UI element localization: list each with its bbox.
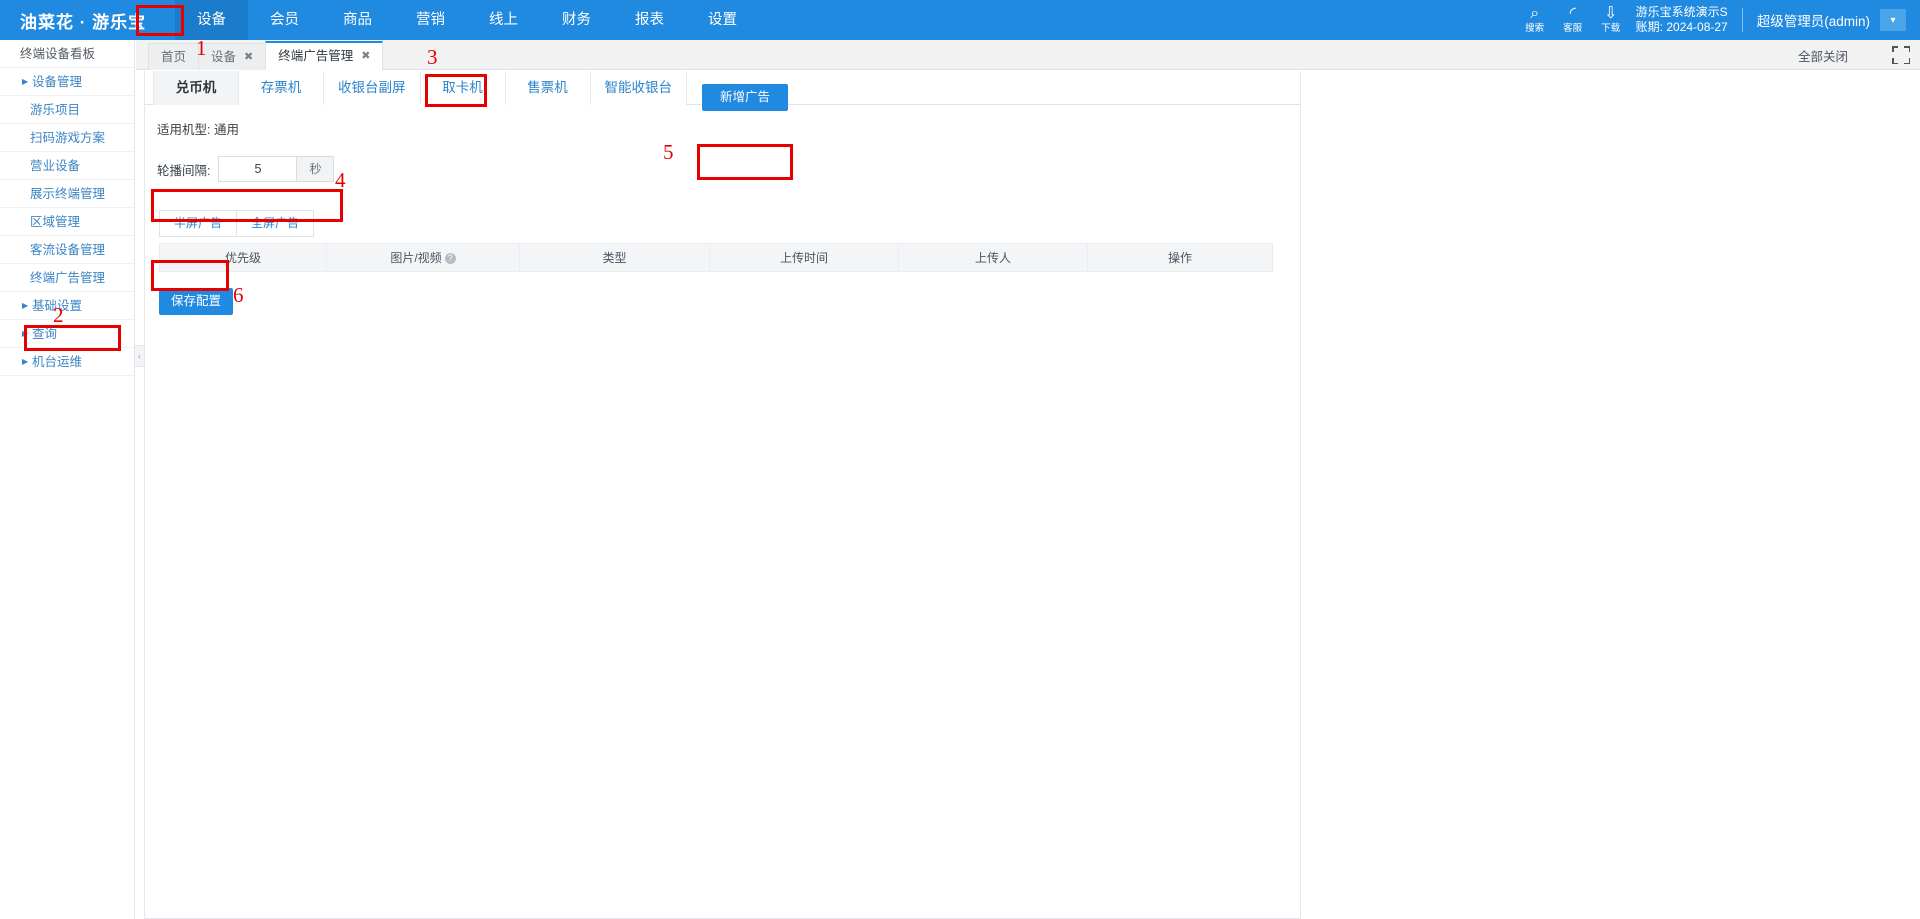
page-tab-label: 首页 <box>161 49 187 64</box>
nav-item-huiyuan[interactable]: 会员 <box>248 0 321 40</box>
top-navigation-bar: 油菜花 · 游乐宝 设备 会员 商品 营销 线上 财务 报表 设置 ⌕ 搜索 ◜… <box>0 0 1920 40</box>
chevron-right-icon: ▶ <box>22 357 29 366</box>
table-header-row: 优先级 图片/视频? 类型 上传时间 上传人 操作 <box>159 243 1273 272</box>
sidebar-group-query[interactable]: ▶ 查询 <box>0 320 134 348</box>
close-all-button[interactable]: 全部关闭 <box>1798 46 1848 65</box>
column-actions: 操作 <box>1087 243 1273 272</box>
sidebar-collapse-handle[interactable]: ‹ <box>135 345 145 367</box>
search-icon[interactable]: ⌕ 搜索 <box>1516 0 1554 40</box>
ad-mode-button-group: 半屏广告 全屏广告 <box>159 210 1300 237</box>
account-period: 账期: 2024-08-27 <box>1635 20 1728 34</box>
chevron-right-icon: ▶ <box>22 77 29 86</box>
full-screen-ad-button[interactable]: 全屏广告 <box>236 210 314 237</box>
chevron-right-icon: ▶ <box>22 329 29 338</box>
column-uploader: 上传人 <box>898 243 1088 272</box>
sidebar-group-label: 机台运维 <box>32 355 83 369</box>
account-name: 游乐宝系统演示S <box>1635 5 1728 19</box>
carousel-interval-label: 轮播间隔: <box>157 163 211 178</box>
sidebar-item-terminal-dashboard[interactable]: 终端设备看板 <box>0 40 134 68</box>
sidebar-group-label: 查询 <box>32 327 58 341</box>
user-name-label: 超级管理员(admin) <box>1756 14 1870 29</box>
nav-item-baobiao[interactable]: 报表 <box>613 0 686 40</box>
carousel-interval-input[interactable] <box>218 156 297 182</box>
tab-strip-actions: 全部关闭 <box>1798 40 1910 70</box>
sidebar-group-basic-settings[interactable]: ▶ 基础设置 <box>0 292 134 320</box>
page-tabs: 首页 设备 ✖ 终端广告管理 ✖ <box>136 40 1920 70</box>
sidebar-group-machine-maintenance[interactable]: ▶ 机台运维 <box>0 348 134 376</box>
column-type: 类型 <box>519 243 710 272</box>
search-icon-label: 搜索 <box>1525 23 1545 34</box>
top-nav-right: ⌕ 搜索 ◜ 客服 ⇩ 下载 游乐宝系统演示S 账期: 2024-08-27 超… <box>1516 0 1920 40</box>
download-icon[interactable]: ⇩ 下载 <box>1592 0 1630 40</box>
tab-ticket-vending[interactable]: 售票机 <box>504 71 591 105</box>
headset-icon-label: 客服 <box>1563 23 1583 34</box>
close-icon[interactable]: ✖ <box>361 43 370 70</box>
close-icon[interactable]: ✖ <box>244 44 253 71</box>
brand-logo: 油菜花 · 游乐宝 <box>20 12 147 32</box>
save-config-button[interactable]: 保存配置 <box>159 288 233 315</box>
sidebar-item-scan-game-plan[interactable]: 扫码游戏方案 <box>0 124 134 152</box>
help-icon[interactable]: ? <box>444 253 456 264</box>
carousel-interval-unit: 秒 <box>296 156 335 182</box>
sidebar-item-area-management[interactable]: 区域管理 <box>0 208 134 236</box>
nav-item-xianshang[interactable]: 线上 <box>467 0 540 40</box>
half-screen-ad-button[interactable]: 半屏广告 <box>159 210 237 237</box>
tab-card-dispenser[interactable]: 取卡机 <box>419 71 506 105</box>
chevron-right-icon: ▶ <box>22 301 29 310</box>
carousel-interval-input-group: 秒 <box>218 156 335 182</box>
sidebar-item-business-equipment[interactable]: 营业设备 <box>0 152 134 180</box>
sidebar-item-amusement-projects[interactable]: 游乐项目 <box>0 96 134 124</box>
sidebar-item-display-terminal-management[interactable]: 展示终端管理 <box>0 180 134 208</box>
column-image-video: 图片/视频? <box>326 243 520 272</box>
divider <box>1741 8 1743 32</box>
page-tab-terminal-ad-management[interactable]: 终端广告管理 ✖ <box>265 41 384 70</box>
sidebar: 终端设备看板 ▶ 设备管理 游乐项目 扫码游戏方案 营业设备 展示终端管理 区域… <box>0 40 135 919</box>
page-tab-home[interactable]: 首页 <box>148 43 200 70</box>
page-tab-device[interactable]: 设备 ✖ <box>198 43 267 71</box>
ad-table: 优先级 图片/视频? 类型 上传时间 上传人 操作 <box>159 243 1273 272</box>
headset-icon[interactable]: ◜ 客服 <box>1554 0 1592 40</box>
sidebar-group-label: 设备管理 <box>32 75 83 89</box>
nav-item-yingxiao[interactable]: 营销 <box>394 0 467 40</box>
fullscreen-icon[interactable] <box>1892 46 1910 64</box>
tab-smart-cashier[interactable]: 智能收银台 <box>589 71 687 105</box>
column-image-video-label: 图片/视频 <box>390 251 442 265</box>
sidebar-group-label: 基础设置 <box>32 299 83 313</box>
nav-item-shebei[interactable]: 设备 <box>175 0 248 40</box>
account-info: 游乐宝系统演示S 账期: 2024-08-27 <box>1630 5 1728 35</box>
page-tab-label: 终端广告管理 <box>278 49 354 63</box>
download-icon-label: 下载 <box>1601 23 1621 34</box>
nav-item-caiwu[interactable]: 财务 <box>540 0 613 40</box>
column-priority: 优先级 <box>159 243 327 272</box>
column-upload-time: 上传时间 <box>709 243 899 272</box>
page-tab-strip: 首页 设备 ✖ 终端广告管理 ✖ 全部关闭 <box>136 40 1920 70</box>
tab-ticket-storage[interactable]: 存票机 <box>238 71 324 105</box>
sidebar-item-terminal-ad-management[interactable]: 终端广告管理 <box>0 264 134 292</box>
nav-item-shangpin[interactable]: 商品 <box>321 0 394 40</box>
sidebar-group-device-management[interactable]: ▶ 设备管理 <box>0 68 134 96</box>
page-tab-label: 设备 <box>211 49 237 64</box>
tab-coin-exchanger[interactable]: 兑币机 <box>153 71 239 105</box>
content-area: 兑币机 存票机 收银台副屏 取卡机 售票机 智能收银台 适用机型: 通用 轮播间… <box>136 71 1920 919</box>
terminal-ad-panel: 兑币机 存票机 收银台副屏 取卡机 售票机 智能收银台 适用机型: 通用 轮播间… <box>144 71 1301 919</box>
search-icon-glyph: ⌕ <box>1530 5 1540 22</box>
chevron-down-icon[interactable]: ▾ <box>1880 9 1906 31</box>
user-menu[interactable]: 超级管理员(admin) ▾ <box>1757 9 1906 31</box>
carousel-interval-row: 轮播间隔: 秒 <box>145 138 1300 182</box>
add-ad-button[interactable]: 新增广告 <box>702 84 788 111</box>
sidebar-item-passenger-flow-device-management[interactable]: 客流设备管理 <box>0 236 134 264</box>
download-icon-glyph: ⇩ <box>1603 5 1618 22</box>
headset-icon-glyph: ◜ <box>1569 5 1576 22</box>
ad-table-wrapper: 优先级 图片/视频? 类型 上传时间 上传人 操作 <box>159 243 1286 272</box>
tab-cashier-secondary-screen[interactable]: 收银台副屏 <box>323 71 421 105</box>
nav-item-shezhi[interactable]: 设置 <box>686 0 759 40</box>
main-menu: 设备 会员 商品 营销 线上 财务 报表 设置 <box>175 0 759 40</box>
